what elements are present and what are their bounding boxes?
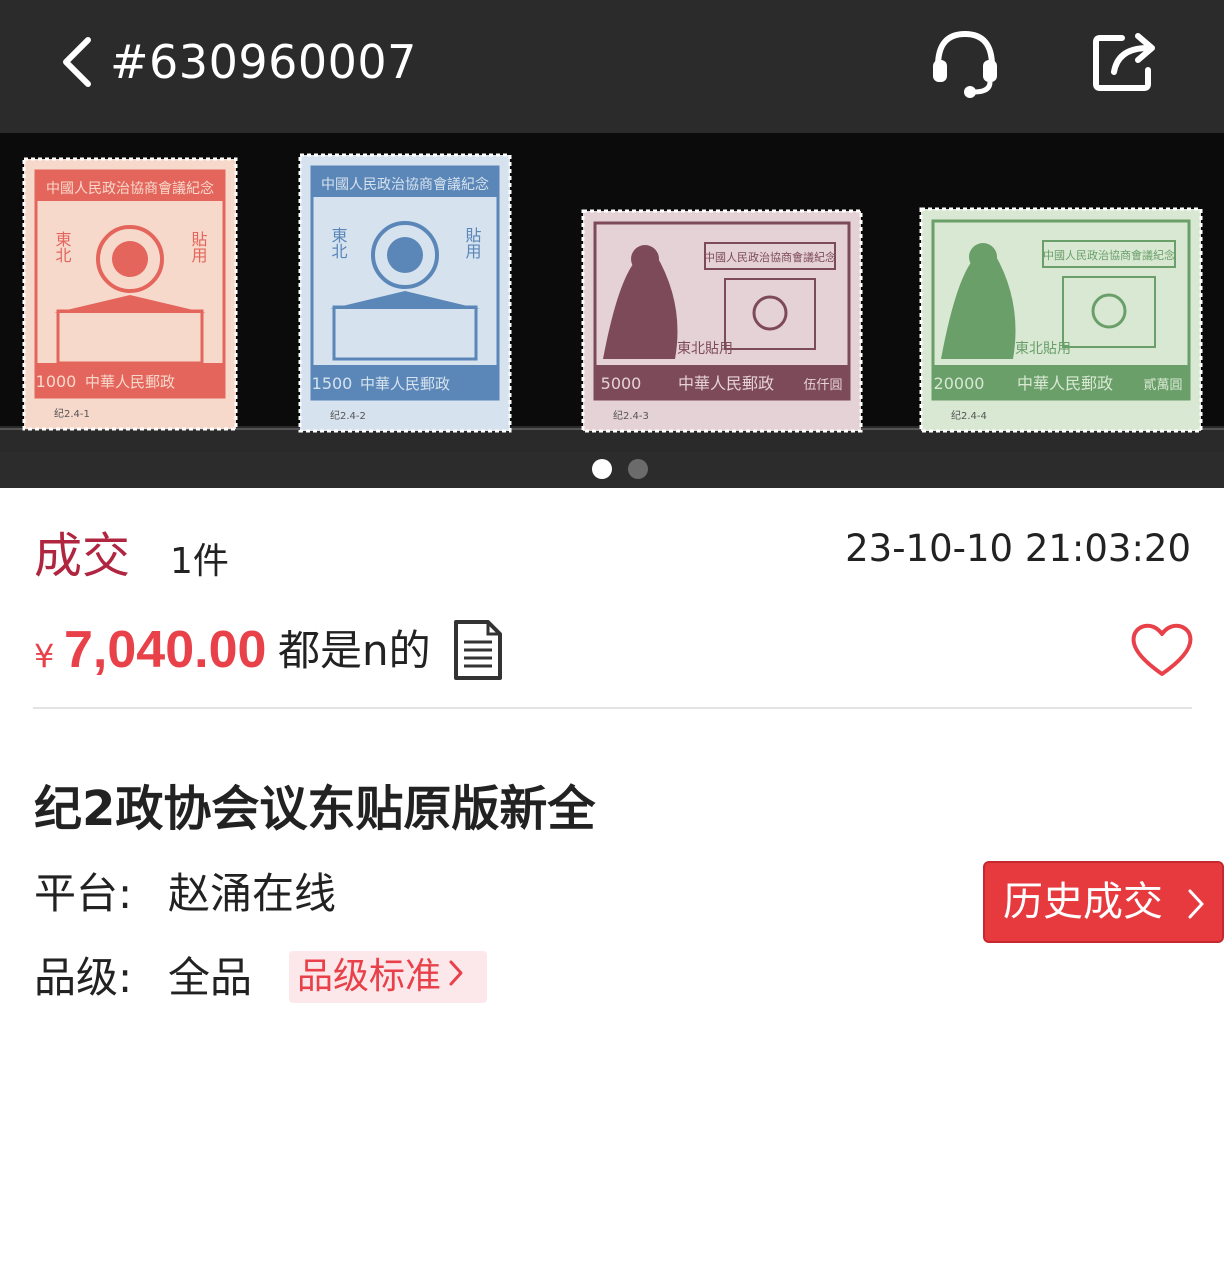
chevron-left-icon xyxy=(63,37,91,87)
stamp-region-right: 貼用 xyxy=(463,227,482,260)
stamp-denomination: 伍仟圓 xyxy=(803,378,842,393)
deal-price: 7,040.00 xyxy=(64,621,267,679)
stamp-3: 中國人民政治協商會議紀念東北貼用 5000 中華人民郵政 伍仟圓纪2.4-3 xyxy=(581,209,863,433)
stamp-banner-text: 中國人民政治協商會議紀念 xyxy=(46,180,214,197)
grade-standard-link[interactable]: 品级标准 xyxy=(289,951,487,1003)
stamp-value: 1000 xyxy=(36,372,77,391)
top-bar: #630960007 xyxy=(0,0,1224,133)
stamp-catalog-label: 纪2.4-2 xyxy=(330,410,366,422)
stamp-region-left: 東北 xyxy=(53,231,72,263)
headset-icon xyxy=(933,30,997,98)
stamp-catalog-label: 纪2.4-4 xyxy=(951,410,987,422)
share-button[interactable] xyxy=(1088,26,1164,96)
history-deals-label: 历史成交 xyxy=(1003,879,1163,925)
favorite-button[interactable] xyxy=(1130,620,1194,678)
carousel-dot-2[interactable] xyxy=(628,459,648,479)
deal-quantity: 1件 xyxy=(170,541,229,582)
document-icon xyxy=(454,620,502,680)
carousel-dot-1[interactable] xyxy=(592,459,612,479)
stamp-region-right: 貼用 xyxy=(189,231,208,264)
back-button[interactable] xyxy=(52,30,102,94)
stamp-catalog-label: 纪2.4-1 xyxy=(54,408,90,420)
stamp-photo: 中國人民政治協商會議紀念東北 貼用1000 中華人民郵政纪2.4-1中國人民政治協商… xyxy=(0,133,1224,488)
currency-symbol: ¥ xyxy=(34,637,55,675)
stamp-banner-text: 中國人民政治協商會議紀念 xyxy=(321,176,489,193)
stamp-value: 1500 xyxy=(312,374,353,393)
document-button[interactable] xyxy=(452,618,504,682)
stamp-post-text: 中華人民郵政 xyxy=(85,373,175,391)
customer-service-button[interactable] xyxy=(928,26,1002,100)
stamp-catalog-label: 纪2.4-3 xyxy=(613,410,649,422)
share-icon xyxy=(1093,33,1155,91)
stamp-region-label: 東北貼用 xyxy=(677,341,733,357)
chevron-right-icon xyxy=(1188,889,1204,919)
grade-label: 品级: xyxy=(34,953,133,1002)
stamp-banner-text: 中國人民政治協商會議紀念 xyxy=(1043,248,1175,262)
deal-status: 成交 xyxy=(34,528,131,584)
divider xyxy=(33,707,1192,709)
stamp-value: 20000 xyxy=(934,374,985,393)
stamp-region-left: 東北 xyxy=(329,227,348,259)
grade-value: 全品 xyxy=(168,953,253,1002)
stamp-value: 5000 xyxy=(601,374,642,393)
stamp-2: 中國人民政治協商會議紀念東北 貼用 1500 中華人民郵政纪2.4-2 xyxy=(298,153,512,433)
stamp-banner-text: 中國人民政治協商會議紀念 xyxy=(704,250,836,264)
item-id: #630960007 xyxy=(110,35,417,89)
stamp-post-text: 中華人民郵政 xyxy=(1017,374,1113,393)
deal-datetime: 23-10-10 21:03:20 xyxy=(845,527,1191,570)
chevron-right-icon xyxy=(447,951,465,1003)
stamp-post-text: 中華人民郵政 xyxy=(360,375,450,393)
stamp-post-text: 中華人民郵政 xyxy=(678,374,774,393)
platform-label: 平台: xyxy=(34,869,133,918)
item-title: 纪2政协会议东贴原版新全 xyxy=(34,781,596,837)
grade-standard-label: 品级标准 xyxy=(297,956,442,997)
stamp-denomination: 貳萬圓 xyxy=(1143,378,1182,393)
stamp-4: 中國人民政治協商會議紀念東北貼用 20000 中華人民郵政 貳萬圓纪2.4-4 xyxy=(919,207,1203,433)
stamp-1: 中國人民政治協商會議紀念東北 貼用 1000 中華人民郵政纪2.4-1 xyxy=(22,157,238,431)
history-deals-button[interactable]: 历史成交 xyxy=(983,861,1224,943)
deal-note: 都是n的 xyxy=(278,626,431,675)
carousel-indicator-bar xyxy=(0,452,1224,488)
platform-value: 赵涌在线 xyxy=(168,869,337,918)
image-carousel[interactable]: 中國人民政治協商會議紀念 東北 貼用 1000 中華人民郵政 纪2.4-1 中國人民政治協商… xyxy=(0,133,1224,488)
stamp-region-label: 東北貼用 xyxy=(1015,341,1071,357)
heart-icon xyxy=(1131,623,1193,676)
